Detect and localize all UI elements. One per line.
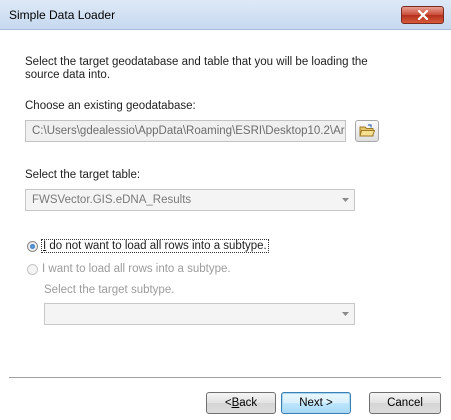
close-icon bbox=[417, 10, 428, 20]
target-subtype-label: Select the target subtype. bbox=[44, 284, 175, 296]
subtype-option-no[interactable]: I do not want to load all rows into a su… bbox=[27, 239, 269, 253]
subtype-option-yes[interactable]: I want to load all rows into a subtype. bbox=[27, 263, 231, 275]
subtype-no-radio[interactable] bbox=[27, 240, 38, 252]
back-prefix: < bbox=[224, 397, 232, 409]
close-button[interactable] bbox=[401, 6, 444, 24]
target-subtype-dropdown[interactable] bbox=[44, 303, 355, 325]
subtype-yes-radio[interactable] bbox=[27, 263, 38, 275]
instructions-text: Select the target geodatabase and table … bbox=[25, 56, 368, 81]
button-separator bbox=[9, 377, 441, 379]
dialog-content: Select the target geodatabase and table … bbox=[0, 30, 451, 420]
target-table-dropdown[interactable]: FWSVector.GIS.eDNA_Results bbox=[25, 189, 355, 211]
geodatabase-label: Choose an existing geodatabase: bbox=[25, 100, 196, 112]
window-title: Simple Data Loader bbox=[9, 8, 116, 22]
target-table-label: Select the target table: bbox=[25, 169, 141, 181]
cancel-button[interactable]: Cancel bbox=[369, 392, 441, 414]
back-mnemonic: B bbox=[231, 397, 240, 409]
subtype-no-text: do not want to load all rows into a subt… bbox=[46, 240, 267, 252]
target-table-value: FWSVector.GIS.eDNA_Results bbox=[32, 194, 192, 206]
back-text: ack bbox=[239, 397, 258, 409]
title-bar: Simple Data Loader bbox=[0, 0, 451, 30]
folder-open-icon bbox=[359, 124, 375, 137]
chevron-down-icon bbox=[342, 198, 349, 202]
back-button[interactable]: < Back bbox=[206, 392, 276, 414]
chevron-down-icon bbox=[342, 312, 349, 316]
browse-geodatabase-button[interactable] bbox=[355, 120, 379, 142]
subtype-yes-label: I want to load all rows into a subtype. bbox=[42, 263, 231, 275]
next-button[interactable]: Next > bbox=[281, 392, 351, 414]
geodatabase-path-field[interactable]: C:\Users\gdealessio\AppData\Roaming\ESRI… bbox=[25, 120, 346, 142]
subtype-no-label: I do not want to load all rows into a su… bbox=[41, 239, 269, 253]
